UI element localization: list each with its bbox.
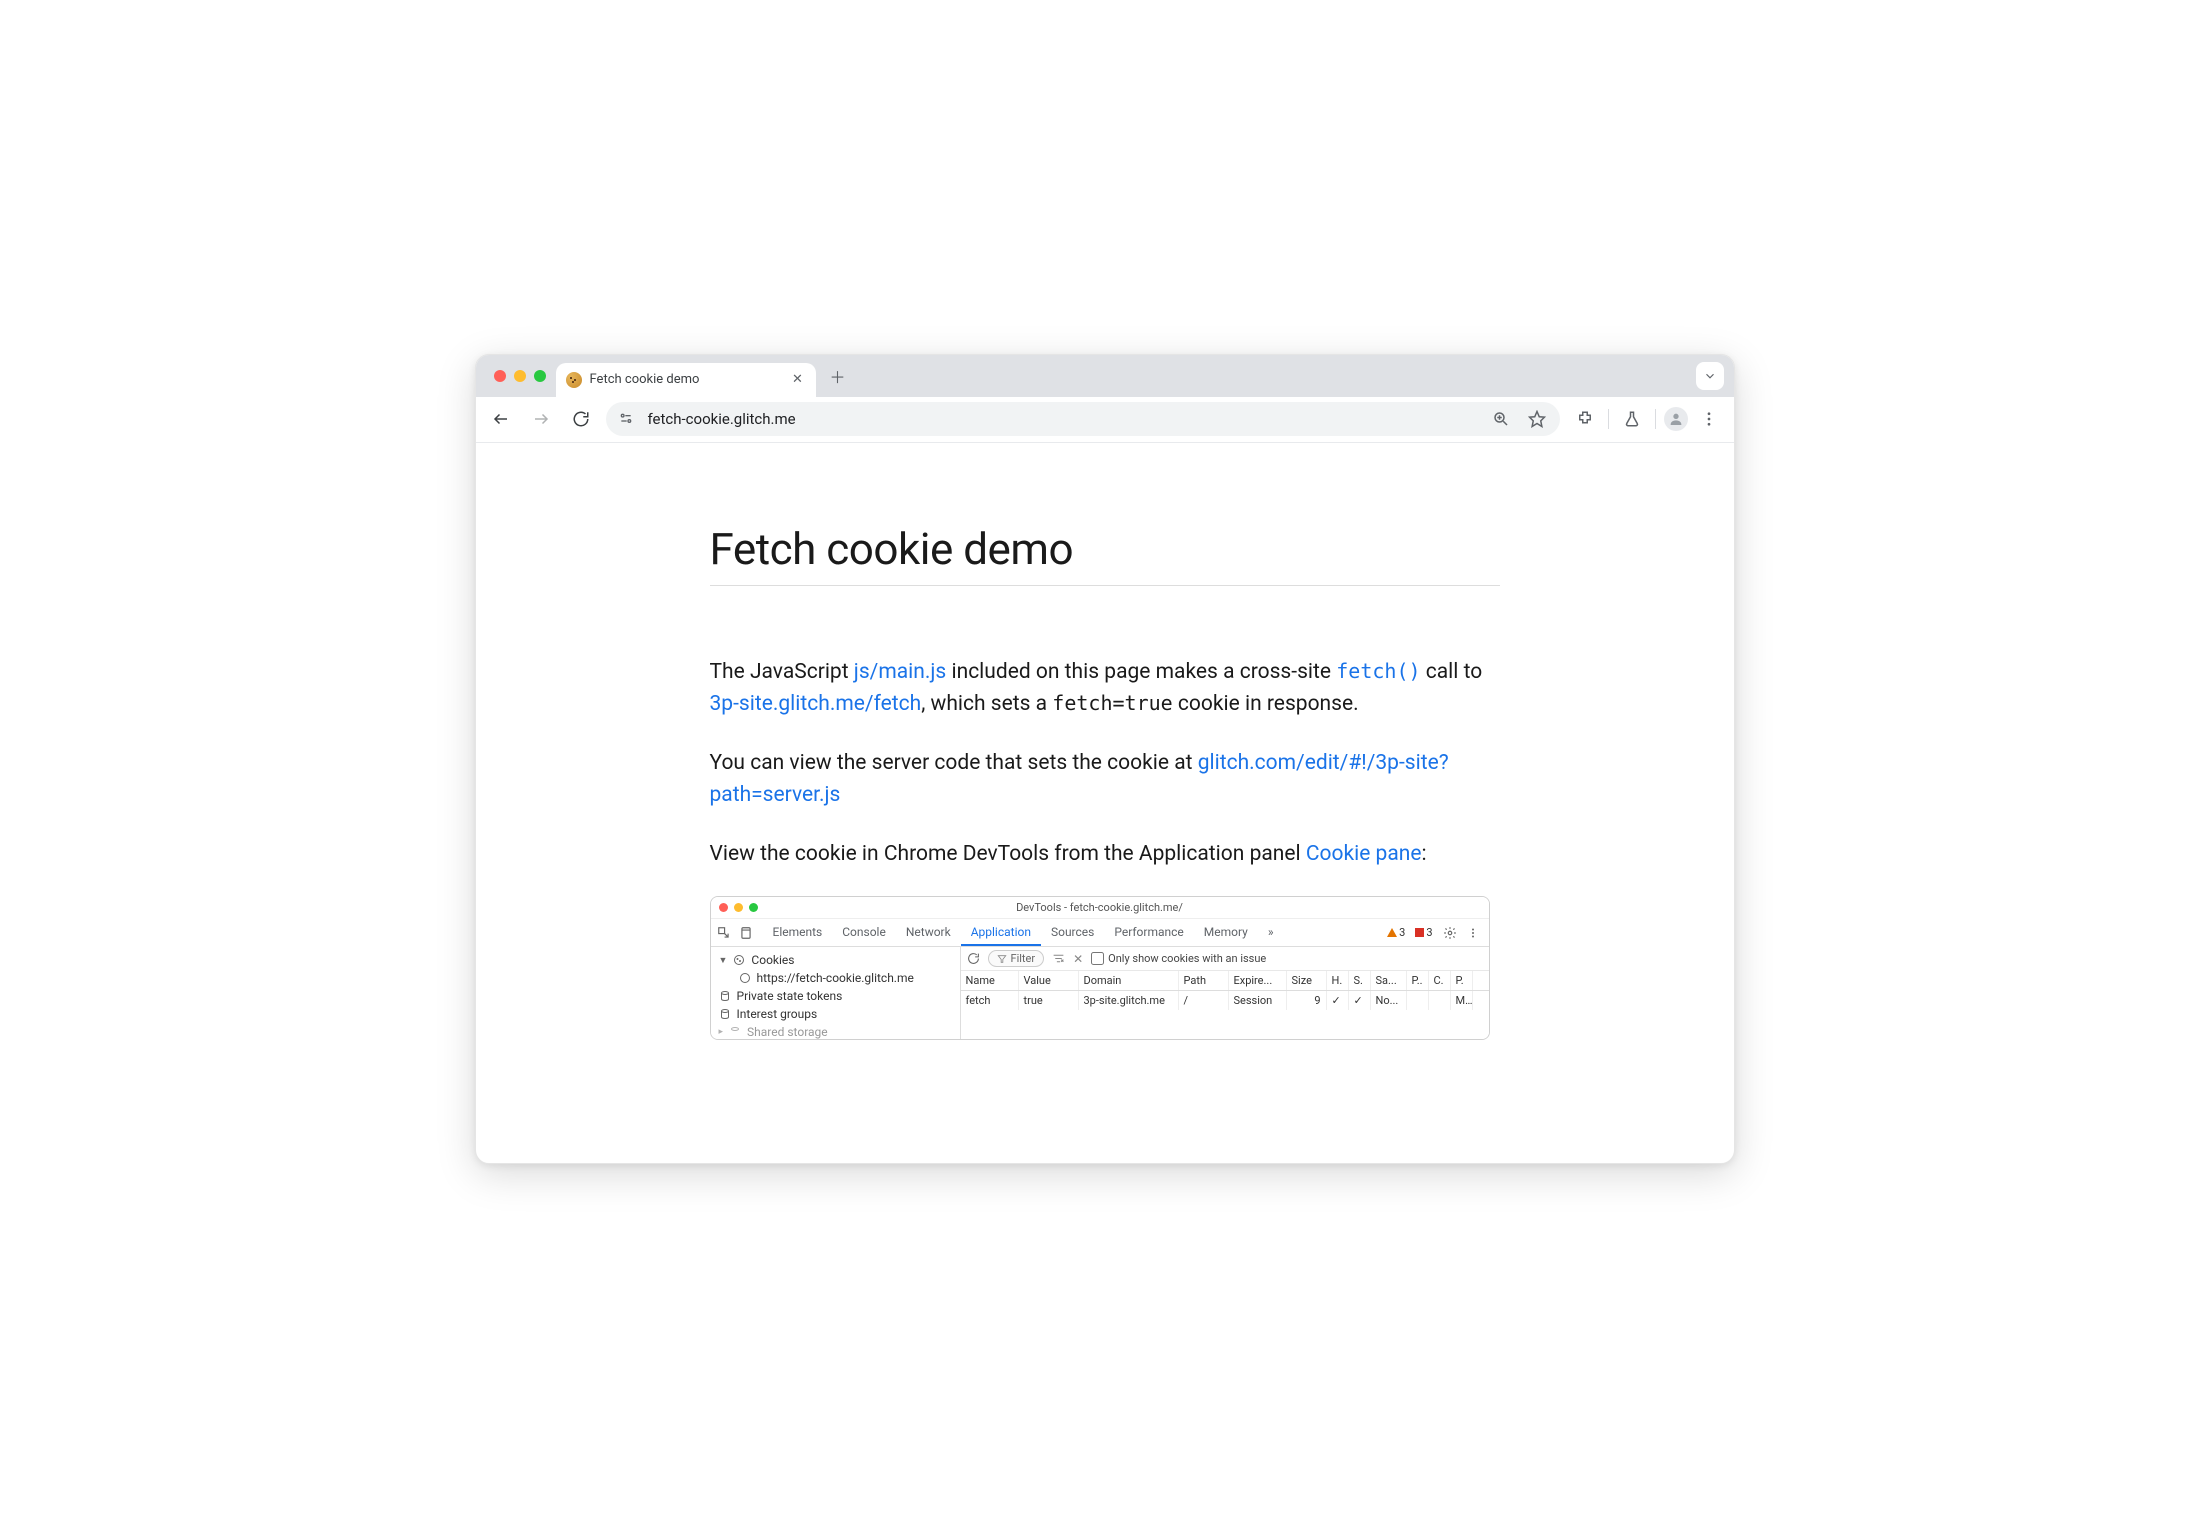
- address-bar[interactable]: fetch-cookie.glitch.me: [606, 402, 1560, 436]
- bookmark-icon[interactable]: [1522, 404, 1552, 434]
- devtools-tab-application[interactable]: Application: [961, 919, 1041, 946]
- device-icon[interactable]: [739, 926, 753, 940]
- toolbar-right: [1570, 404, 1724, 434]
- refresh-icon[interactable]: [967, 952, 980, 965]
- database-icon: [719, 1008, 731, 1020]
- browser-menu-icon[interactable]: [1694, 404, 1724, 434]
- database-icon: [719, 990, 731, 1002]
- code-fetch[interactable]: fetch(): [1336, 659, 1420, 683]
- page-title: Fetch cookie demo: [710, 523, 1500, 586]
- sidebar-pst[interactable]: Private state tokens: [717, 987, 954, 1005]
- new-tab-button[interactable]: ＋: [824, 362, 852, 390]
- browser-window: Fetch cookie demo ✕ ＋ fetch-cookie.glitc…: [475, 354, 1735, 1164]
- warning-icon: [1387, 928, 1397, 937]
- close-tab-button[interactable]: ✕: [790, 372, 806, 388]
- devtools-titlebar: DevTools - fetch-cookie.glitch.me/: [711, 897, 1489, 919]
- profile-avatar[interactable]: [1664, 407, 1688, 431]
- devtools-tab-memory[interactable]: Memory: [1194, 919, 1258, 946]
- cookie-icon: [739, 972, 751, 984]
- devtools-tab-console[interactable]: Console: [832, 919, 896, 946]
- close-icon[interactable]: [719, 903, 728, 912]
- devtools-tab-sources[interactable]: Sources: [1041, 919, 1104, 946]
- close-icon[interactable]: ✕: [1073, 952, 1083, 966]
- devtools-tab-elements[interactable]: Elements: [763, 919, 833, 946]
- inspect-icon[interactable]: [717, 926, 731, 940]
- gear-icon[interactable]: [1443, 926, 1457, 940]
- paragraph-1: The JavaScript js/main.js included on th…: [710, 656, 1500, 721]
- minimize-icon[interactable]: [734, 903, 743, 912]
- devtools-tabs: Elements Console Network Application Sou…: [711, 919, 1489, 947]
- link-3psite[interactable]: 3p-site.glitch.me/fetch: [710, 692, 922, 716]
- cookies-table: Name Value Domain Path Expire... Size H.…: [961, 971, 1489, 1039]
- zoom-icon[interactable]: [1486, 404, 1516, 434]
- filter-icon: [997, 954, 1007, 964]
- forward-button[interactable]: [526, 404, 556, 434]
- cookies-filterbar: Filter ✕ Only show cookies with an issue: [961, 947, 1489, 971]
- devtools-tab-more[interactable]: »: [1258, 919, 1284, 946]
- sidebar-interest-groups[interactable]: Interest groups: [717, 1005, 954, 1023]
- database-icon: [729, 1026, 741, 1038]
- window-controls: [488, 355, 556, 397]
- reload-button[interactable]: [566, 404, 596, 434]
- devtools-screenshot: DevTools - fetch-cookie.glitch.me/ Eleme…: [710, 896, 1490, 1040]
- error-icon: [1415, 928, 1424, 937]
- link-mainjs[interactable]: js/main.js: [854, 660, 946, 684]
- link-cookie-pane[interactable]: Cookie pane: [1306, 842, 1422, 866]
- sidebar-cookie-origin[interactable]: https://fetch-cookie.glitch.me: [717, 969, 954, 987]
- sidebar-cookies[interactable]: ▼ Cookies: [717, 951, 954, 969]
- clear-filter-icon[interactable]: [1052, 952, 1065, 965]
- devtools-window-controls: [719, 903, 758, 912]
- cookie-icon: [566, 372, 582, 388]
- page-content: Fetch cookie demo The JavaScript js/main…: [476, 443, 1734, 1163]
- back-button[interactable]: [486, 404, 516, 434]
- warnings-badge[interactable]: 3: [1387, 926, 1405, 939]
- maximize-window-button[interactable]: [534, 370, 546, 382]
- tabs-menu-button[interactable]: [1696, 362, 1724, 390]
- table-row[interactable]: fetch true 3p-site.glitch.me / Session 9…: [961, 991, 1489, 1010]
- kebab-icon[interactable]: [1467, 927, 1479, 939]
- table-header: Name Value Domain Path Expire... Size H.…: [961, 971, 1489, 991]
- devtools-title: DevTools - fetch-cookie.glitch.me/: [1016, 901, 1183, 914]
- minimize-window-button[interactable]: [514, 370, 526, 382]
- browser-tab[interactable]: Fetch cookie demo ✕: [556, 363, 816, 397]
- code-fetchtrue: fetch=true: [1052, 691, 1172, 715]
- cookie-icon: [733, 954, 745, 966]
- browser-toolbar: fetch-cookie.glitch.me: [476, 397, 1734, 443]
- devtools-main: Filter ✕ Only show cookies with an issue: [961, 947, 1489, 1039]
- extensions-icon[interactable]: [1570, 404, 1600, 434]
- paragraph-2: You can view the server code that sets t…: [710, 747, 1500, 812]
- filter-input[interactable]: Filter: [988, 950, 1045, 967]
- url-text: fetch-cookie.glitch.me: [648, 410, 796, 428]
- divider: [1655, 409, 1656, 429]
- tab-strip: Fetch cookie demo ✕ ＋: [476, 355, 1734, 397]
- tab-title: Fetch cookie demo: [590, 372, 782, 387]
- devtools-tab-performance[interactable]: Performance: [1104, 919, 1193, 946]
- paragraph-3: View the cookie in Chrome DevTools from …: [710, 838, 1500, 871]
- devtools-sidebar: ▼ Cookies https://fetch-cookie.glitch.me…: [711, 947, 961, 1039]
- site-settings-icon[interactable]: [614, 411, 638, 427]
- maximize-icon[interactable]: [749, 903, 758, 912]
- devtools-tab-network[interactable]: Network: [896, 919, 961, 946]
- labs-icon[interactable]: [1617, 404, 1647, 434]
- divider: [1608, 409, 1609, 429]
- sidebar-shared-storage[interactable]: ▸ Shared storage: [717, 1023, 954, 1040]
- errors-badge[interactable]: 3: [1415, 926, 1432, 939]
- close-window-button[interactable]: [494, 370, 506, 382]
- only-issue-checkbox[interactable]: Only show cookies with an issue: [1091, 952, 1266, 965]
